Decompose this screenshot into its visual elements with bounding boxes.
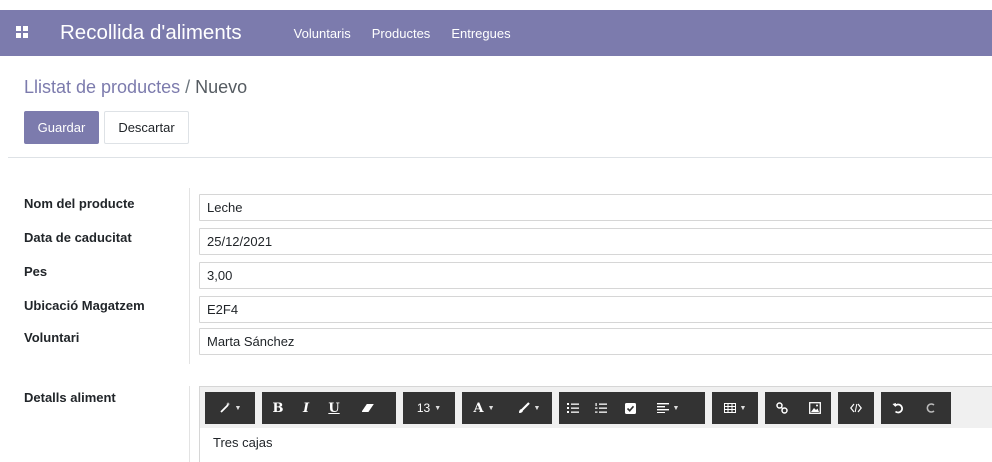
app-brand: Recollida d'aliments	[60, 21, 242, 44]
bold-button[interactable]: B	[262, 392, 294, 424]
font-size-value: 13	[416, 401, 431, 415]
main-menu: Voluntaris Productes Entregues	[294, 26, 511, 41]
align-dropdown[interactable]: ▼	[645, 392, 691, 424]
warehouse-location-input[interactable]: E2F4	[199, 296, 992, 323]
brush-icon	[518, 402, 530, 413]
breadcrumb: Llistat de productes / Nuevo	[24, 77, 247, 98]
code-view-icon	[850, 403, 862, 413]
checklist-icon	[624, 402, 636, 414]
font-color-dropdown[interactable]: A ▼	[462, 392, 506, 424]
toolbar-group-table: ▼	[712, 392, 758, 424]
magic-wand-icon	[219, 402, 230, 413]
editor-toolbar: ▼ B I U 13 ▼ A ▼ ▼ ▼ ▼	[200, 387, 992, 428]
breadcrumb-parent-link[interactable]: Llistat de productes	[24, 77, 180, 97]
font-size-dropdown[interactable]: 13 ▼	[403, 392, 455, 424]
redo-button[interactable]	[914, 392, 947, 424]
table-dropdown[interactable]: ▼	[712, 392, 758, 424]
align-icon	[656, 403, 669, 413]
field-label-product-name: Nom del producte	[24, 196, 135, 211]
toolbar-group-paragraph: ▼	[559, 392, 705, 424]
eraser-icon	[361, 404, 374, 412]
field-label-details: Detalls aliment	[24, 390, 116, 405]
toolbar-group-code	[838, 392, 874, 424]
field-label-weight: Pes	[24, 264, 48, 279]
insert-link-button[interactable]	[765, 392, 798, 424]
clear-format-button[interactable]	[350, 392, 386, 424]
insert-image-button[interactable]	[798, 392, 831, 424]
toolbar-group-font: B I U	[262, 392, 396, 424]
undo-button[interactable]	[881, 392, 914, 424]
apps-grid-icon[interactable]	[16, 26, 30, 40]
control-panel-divider	[8, 157, 992, 158]
ordered-list-icon	[595, 402, 607, 413]
discard-button[interactable]: Descartar	[104, 111, 189, 144]
save-button[interactable]: Guardar	[24, 111, 99, 144]
rich-text-editor: ▼ B I U 13 ▼ A ▼ ▼ ▼ ▼ Tres cajas	[199, 386, 992, 462]
product-name-input[interactable]: Leche	[199, 194, 992, 221]
font-color-icon: A	[473, 400, 484, 416]
expiry-date-input[interactable]: 25/12/2021	[199, 228, 992, 255]
toolbar-group-insert	[765, 392, 831, 424]
unordered-list-button[interactable]	[559, 392, 587, 424]
toolbar-group-size: 13 ▼	[403, 392, 455, 424]
toolbar-group-history	[881, 392, 951, 424]
toolbar-group-color: A ▼ ▼	[462, 392, 552, 424]
link-icon	[775, 402, 788, 414]
undo-icon	[892, 403, 903, 414]
label-separator	[189, 386, 190, 462]
field-label-volunteer: Voluntari	[24, 330, 80, 345]
menu-item-productes[interactable]: Productes	[372, 26, 431, 41]
breadcrumb-current: Nuevo	[195, 77, 248, 97]
underline-button[interactable]: U	[318, 392, 350, 424]
menu-item-voluntaris[interactable]: Voluntaris	[294, 26, 351, 41]
volunteer-select[interactable]: Marta Sánchez	[199, 328, 992, 355]
toolbar-group-style: ▼	[205, 392, 255, 424]
editor-content[interactable]: Tres cajas	[200, 435, 272, 450]
breadcrumb-separator: /	[180, 77, 196, 97]
unordered-list-icon	[567, 403, 579, 413]
code-view-button[interactable]	[838, 392, 874, 424]
menu-item-entregues[interactable]: Entregues	[451, 26, 510, 41]
table-icon	[723, 403, 736, 413]
field-label-expiry-date: Data de caducitat	[24, 230, 132, 245]
top-navbar: Recollida d'aliments Voluntaris Producte…	[0, 10, 992, 56]
style-dropdown[interactable]: ▼	[205, 392, 255, 424]
italic-button[interactable]: I	[294, 392, 318, 424]
background-color-dropdown[interactable]: ▼	[506, 392, 552, 424]
weight-input[interactable]: 3,00	[199, 262, 992, 289]
image-icon	[808, 402, 821, 414]
ordered-list-button[interactable]	[587, 392, 615, 424]
label-separator	[189, 188, 190, 364]
field-label-warehouse-location: Ubicació Magatzem	[24, 298, 145, 313]
redo-icon	[926, 403, 935, 413]
checklist-button[interactable]	[615, 392, 645, 424]
